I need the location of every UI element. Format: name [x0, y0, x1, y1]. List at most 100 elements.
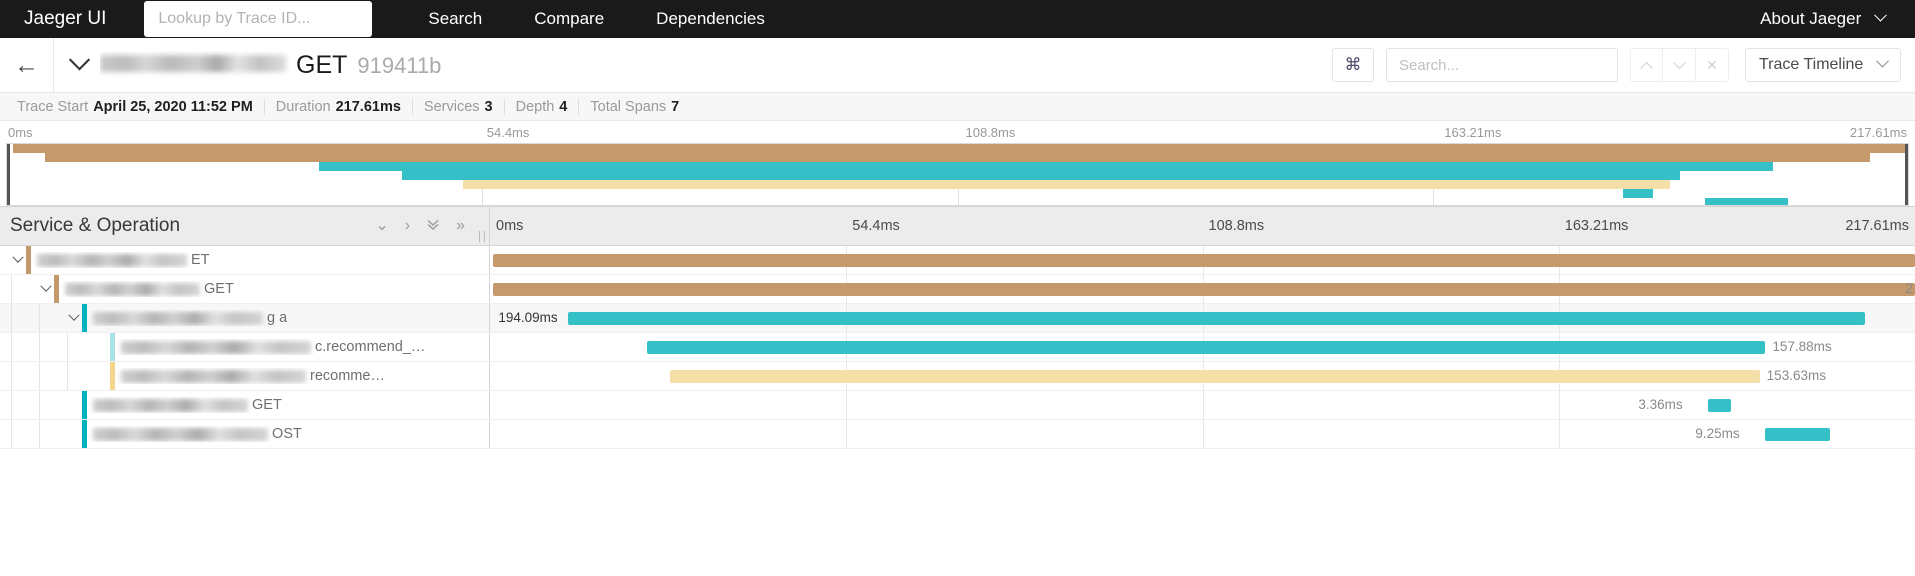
chevron-down-icon[interactable]: ⌄	[375, 218, 388, 234]
span-operation-name: ET	[191, 252, 210, 268]
span-operation-name: g a	[267, 310, 288, 326]
span-row[interactable]: GET 3.36ms	[0, 391, 1915, 420]
span-service-name-redacted	[93, 398, 248, 412]
span-row-label-cell[interactable]: recomme…	[0, 362, 490, 390]
span-duration-label: 3.36ms	[1638, 397, 1683, 412]
tree-guide-line	[39, 362, 40, 390]
span-row-label-cell[interactable]: GET	[0, 391, 490, 419]
meta-label: Depth	[515, 98, 555, 115]
navbar-right: About Jaeger	[1760, 8, 1891, 29]
span-operation-name: GET	[204, 281, 234, 297]
span-row-label-cell[interactable]: GET	[0, 275, 490, 303]
command-icon: ⌘	[1344, 55, 1362, 74]
search-next-button[interactable]	[1663, 48, 1696, 82]
span-row-bar-cell[interactable]	[490, 246, 1915, 274]
timeline-tick-label: 217.61ms	[1845, 218, 1909, 234]
trace-id-lookup-input[interactable]	[144, 1, 373, 37]
span-duration-bar[interactable]	[492, 254, 1915, 267]
span-duration-bar[interactable]	[1708, 399, 1732, 412]
minimap-body[interactable]	[6, 143, 1909, 206]
trace-header-collapse-toggle[interactable]	[54, 48, 94, 73]
span-label: g a	[87, 310, 287, 326]
minimap-drag-handle[interactable]	[7, 144, 10, 205]
search-prev-button[interactable]	[1630, 48, 1663, 82]
span-row-bar-cell[interactable]: 3.36ms	[490, 391, 1915, 419]
span-row-bar-cell[interactable]: 9.25ms	[490, 420, 1915, 448]
tree-guide-line	[11, 275, 12, 303]
trace-minimap[interactable]: 0ms 54.4ms 108.8ms 163.21ms 217.61ms	[0, 121, 1915, 206]
tree-guide-line	[67, 362, 68, 390]
double-chevron-right-icon[interactable]: »	[456, 218, 465, 234]
span-row-label-cell[interactable]: c.recommend_…	[0, 333, 490, 361]
service-operation-title: Service & Operation	[10, 215, 181, 236]
span-expand-toggle[interactable]	[38, 280, 54, 293]
span-expand-toggle[interactable]	[10, 251, 26, 264]
minimap-span-bar	[1704, 198, 1789, 205]
top-navbar: Jaeger UI Search Compare Dependencies Ab…	[0, 0, 1915, 38]
nav-links: Search Compare Dependencies	[402, 9, 791, 29]
chevron-down-icon	[68, 48, 90, 70]
meta-duration: Duration 217.61ms	[263, 98, 412, 115]
tree-guide-line	[67, 333, 68, 361]
span-row[interactable]: g a 194.09ms	[0, 304, 1915, 333]
span-row-bar-cell[interactable]: 157.88ms	[490, 333, 1915, 361]
span-row-bar-cell[interactable]: 194.09ms	[490, 304, 1915, 332]
arrow-left-icon: ←	[14, 50, 39, 79]
span-row-bar-cell[interactable]: 153.63ms	[490, 362, 1915, 390]
span-duration-bar[interactable]	[492, 283, 1915, 296]
span-row-bar-cell[interactable]: 2	[490, 275, 1915, 303]
tree-guide-line	[11, 391, 12, 419]
span-row[interactable]: OST 9.25ms	[0, 420, 1915, 449]
span-operation-name: recomme…	[310, 368, 385, 384]
search-clear-button[interactable]: ✕	[1696, 48, 1729, 82]
about-jaeger-label: About Jaeger	[1760, 9, 1862, 28]
span-row[interactable]: GET 2	[0, 275, 1915, 304]
timeline-gridline	[1558, 391, 1560, 419]
trace-header: ← GET 919411b ⌘ ✕ Trace Timeline	[0, 37, 1915, 93]
minimap-drag-handle[interactable]	[1905, 144, 1908, 205]
tree-guide-line	[39, 420, 40, 448]
trace-id-short: 919411b	[357, 52, 442, 78]
span-row-label-cell[interactable]: OST	[0, 420, 490, 448]
column-resize-handle[interactable]	[479, 231, 485, 242]
span-row[interactable]: ET	[0, 246, 1915, 275]
nav-link-search[interactable]: Search	[402, 9, 508, 29]
span-duration-label: 2	[1905, 281, 1913, 296]
span-duration-bar[interactable]	[1765, 428, 1830, 441]
meta-label: Trace Start	[17, 98, 89, 115]
span-expand-toggle[interactable]	[66, 309, 82, 322]
service-operation-header: Service & Operation ⌄ › »	[0, 207, 490, 245]
span-service-name-redacted	[37, 253, 187, 267]
meta-total-spans: Total Spans 7	[578, 98, 690, 115]
span-service-name-redacted	[121, 340, 311, 354]
meta-label: Total Spans	[590, 98, 667, 115]
span-row-label-cell[interactable]: ET	[0, 246, 490, 274]
span-duration-bar[interactable]	[568, 312, 1866, 325]
span-duration-label: 194.09ms	[498, 310, 558, 325]
brand-logo[interactable]: Jaeger UI	[24, 8, 106, 30]
meta-value: 4	[559, 98, 568, 115]
nav-link-dependencies[interactable]: Dependencies	[630, 9, 791, 29]
nav-link-compare[interactable]: Compare	[508, 9, 630, 29]
span-search-input[interactable]	[1386, 48, 1618, 82]
span-label: ET	[31, 252, 210, 268]
minimap-tick-label: 163.21ms	[1444, 125, 1502, 140]
double-chevron-down-icon[interactable]	[426, 217, 440, 235]
span-row-label-cell[interactable]: g a	[0, 304, 490, 332]
span-row[interactable]: recomme… 153.63ms	[0, 362, 1915, 391]
span-duration-bar[interactable]	[646, 341, 1766, 354]
tree-guide-line	[11, 304, 12, 332]
span-duration-bar[interactable]	[669, 370, 1760, 383]
span-operation-name: OST	[272, 426, 302, 442]
about-jaeger-menu[interactable]: About Jaeger	[1760, 8, 1887, 29]
view-mode-select[interactable]: Trace Timeline	[1745, 48, 1901, 82]
span-row[interactable]: c.recommend_… 157.88ms	[0, 333, 1915, 362]
keyboard-shortcuts-button[interactable]: ⌘	[1332, 48, 1374, 82]
back-button[interactable]: ←	[0, 37, 54, 93]
timeline-tick-label: 108.8ms	[1208, 218, 1265, 234]
meta-services: Services 3	[411, 98, 504, 115]
chevron-down-icon	[1874, 8, 1887, 22]
span-label: recomme…	[115, 368, 385, 384]
chevron-down-icon	[40, 280, 52, 292]
chevron-right-icon[interactable]: ›	[405, 218, 410, 234]
